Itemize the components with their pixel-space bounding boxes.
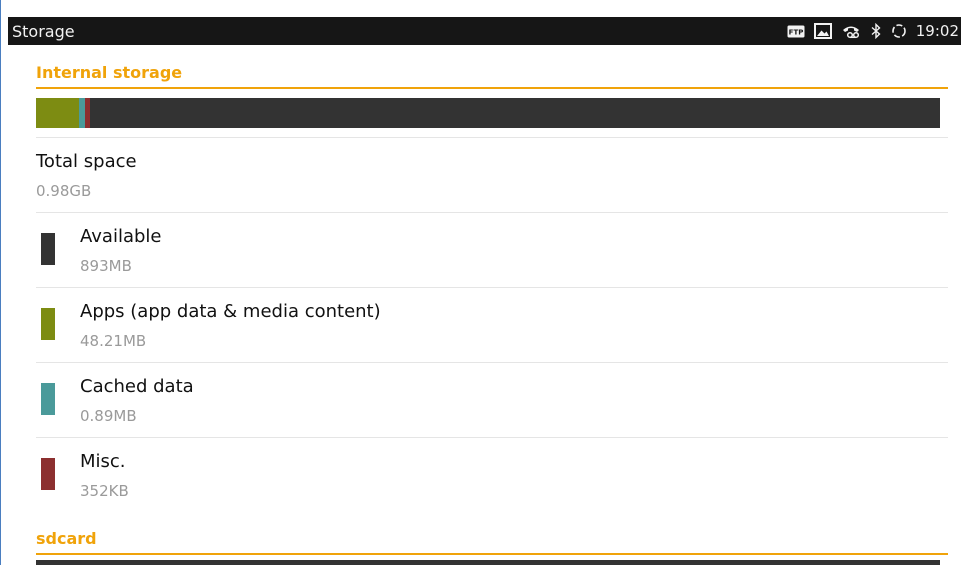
apps-color-swatch bbox=[41, 308, 55, 340]
usage-segment-apps bbox=[36, 98, 80, 128]
page-edge bbox=[0, 0, 1, 565]
ftp-icon: FTP bbox=[787, 25, 805, 38]
cached-color-swatch bbox=[41, 383, 55, 415]
divider bbox=[36, 212, 948, 213]
usage-segment-misc bbox=[84, 98, 91, 128]
total-space-value: 0.98GB bbox=[36, 182, 92, 200]
available-color-swatch bbox=[41, 233, 55, 265]
image-icon bbox=[813, 23, 832, 39]
status-icons: FTP 19:02 bbox=[787, 22, 959, 40]
divider bbox=[36, 137, 948, 138]
status-time: 19:02 bbox=[915, 22, 959, 40]
status-bar: Storage FTP 19:02 bbox=[8, 17, 961, 45]
storage-usage-bar bbox=[36, 98, 940, 128]
total-space-label: Total space bbox=[36, 151, 137, 172]
sdcard-usage-bar bbox=[36, 560, 940, 565]
divider bbox=[36, 362, 948, 363]
available-value: 893MB bbox=[80, 257, 132, 275]
misc-value: 352KB bbox=[80, 482, 129, 500]
available-label: Available bbox=[80, 226, 162, 247]
misc-color-swatch bbox=[41, 458, 55, 490]
misc-label: Misc. bbox=[80, 451, 126, 472]
cached-value: 0.89MB bbox=[80, 407, 137, 425]
bluetooth-icon bbox=[870, 23, 882, 39]
sync-icon bbox=[891, 23, 907, 39]
page-title: Storage bbox=[12, 21, 75, 41]
sdcard-header: sdcard bbox=[36, 528, 948, 555]
svg-text:FTP: FTP bbox=[788, 28, 803, 36]
cached-label: Cached data bbox=[80, 376, 194, 397]
apps-label: Apps (app data & media content) bbox=[80, 301, 381, 322]
divider bbox=[36, 287, 948, 288]
voicemail-icon bbox=[841, 23, 861, 39]
internal-storage-header: Internal storage bbox=[36, 62, 948, 89]
divider bbox=[36, 437, 948, 438]
apps-value: 48.21MB bbox=[80, 332, 147, 350]
